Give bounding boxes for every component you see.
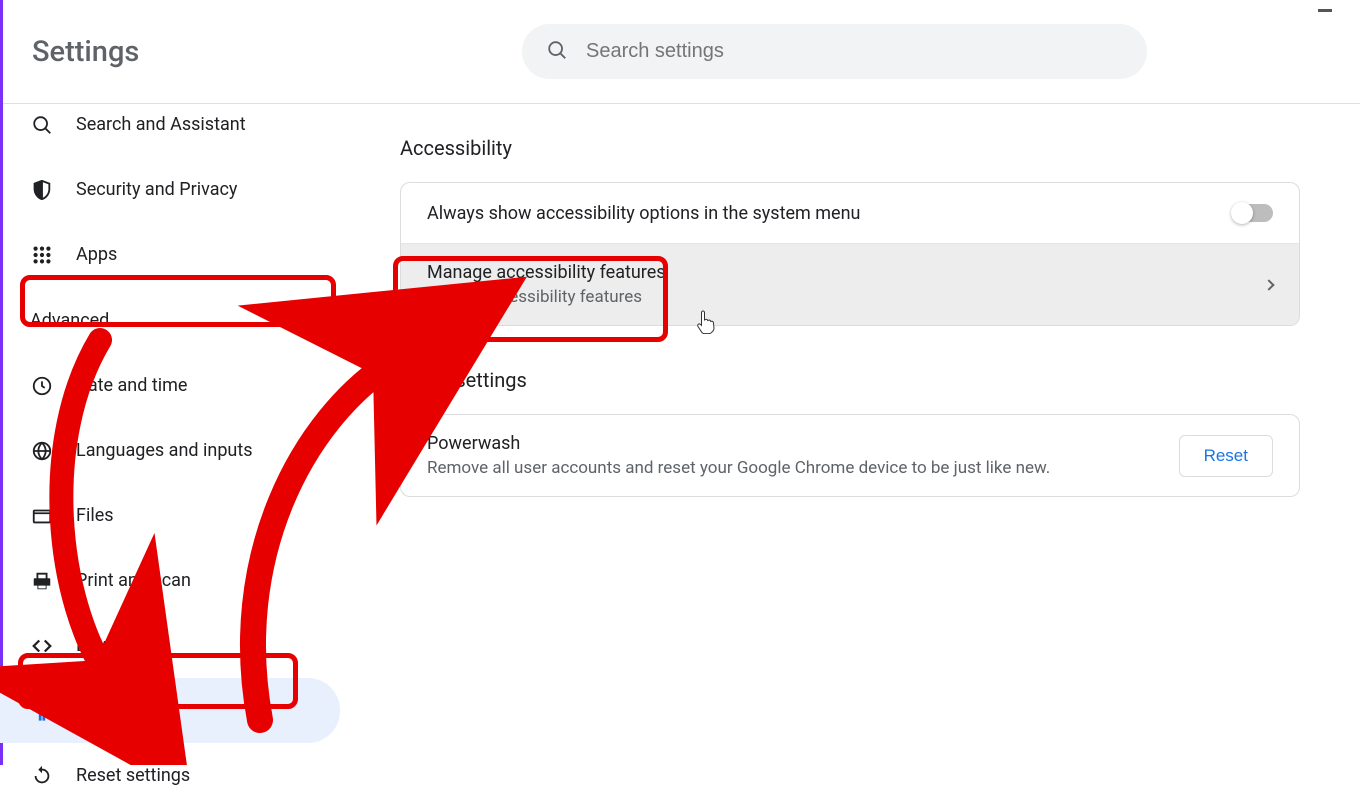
sidebar-item-accessibility[interactable]: Accessibility	[0, 678, 340, 743]
sidebar-item-print-scan[interactable]: Print and scan	[0, 548, 340, 613]
row-powerwash: Powerwash Remove all user accounts and r…	[401, 415, 1299, 496]
row-always-show-accessibility: Always show accessibility options in the…	[401, 183, 1299, 243]
sidebar-item-label: Reset settings	[76, 765, 190, 786]
globe-icon	[30, 439, 54, 463]
sidebar-item-label: Date and time	[76, 375, 187, 396]
sidebar-item-label: Files	[76, 505, 114, 526]
sidebar-item-developers[interactable]: Developers	[0, 613, 340, 678]
sidebar-item-label: Print and scan	[76, 570, 191, 591]
sidebar-item-date-time[interactable]: Date and time	[0, 353, 340, 418]
sidebar-item-languages-inputs[interactable]: Languages and inputs	[0, 418, 340, 483]
reset-button[interactable]: Reset	[1179, 435, 1273, 477]
sidebar-item-files[interactable]: Files	[0, 483, 340, 548]
search-icon	[30, 113, 54, 137]
row-primary: Manage accessibility features	[427, 262, 666, 283]
reset-icon	[30, 764, 54, 788]
sidebar-item-label: Search and Assistant	[76, 114, 246, 135]
header: Settings	[0, 0, 1360, 104]
printer-icon	[30, 569, 54, 593]
code-icon	[30, 634, 54, 658]
sidebar-item-search-assistant[interactable]: Search and Assistant	[0, 92, 340, 157]
apps-icon	[30, 243, 54, 267]
sidebar: Search and Assistant Security and Privac…	[0, 92, 340, 765]
shield-icon	[30, 178, 54, 202]
page-title: Settings	[32, 35, 522, 69]
row-secondary: Remove all user accounts and reset your …	[427, 458, 1050, 478]
reset-card: Powerwash Remove all user accounts and r…	[400, 414, 1300, 497]
accessibility-card: Always show accessibility options in the…	[400, 182, 1300, 326]
folder-icon	[30, 504, 54, 528]
accessibility-icon	[30, 699, 54, 723]
chevron-up-icon	[290, 317, 302, 324]
sidebar-item-label: Languages and inputs	[76, 440, 253, 461]
row-secondary: Enable accessibility features	[427, 287, 666, 307]
search-input[interactable]	[586, 40, 1123, 63]
row-primary: Powerwash	[427, 433, 1050, 454]
sidebar-item-apps[interactable]: Apps	[0, 222, 340, 287]
row-manage-accessibility-features[interactable]: Manage accessibility features Enable acc…	[401, 243, 1299, 325]
search-icon	[546, 39, 568, 65]
search-bar[interactable]	[522, 24, 1147, 79]
row-label: Always show accessibility options in the…	[427, 203, 860, 224]
section-title-reset: Reset settings	[400, 368, 1300, 392]
sidebar-item-label: Apps	[76, 244, 117, 265]
toggle-always-show[interactable]	[1233, 204, 1273, 222]
sidebar-group-advanced[interactable]: Advanced	[0, 291, 332, 349]
sidebar-item-label: Accessibility	[76, 700, 177, 721]
section-title-accessibility: Accessibility	[400, 136, 1300, 160]
advanced-label: Advanced	[30, 310, 109, 331]
sidebar-item-label: Security and Privacy	[76, 179, 237, 200]
clock-icon	[30, 374, 54, 398]
minimize-icon[interactable]	[1318, 9, 1332, 12]
chevron-right-icon	[1263, 279, 1274, 290]
sidebar-item-reset-settings[interactable]: Reset settings	[0, 743, 340, 808]
sidebar-item-label: Developers	[76, 635, 165, 656]
sidebar-item-security-privacy[interactable]: Security and Privacy	[0, 157, 340, 222]
main-content: Accessibility Always show accessibility …	[340, 104, 1360, 765]
